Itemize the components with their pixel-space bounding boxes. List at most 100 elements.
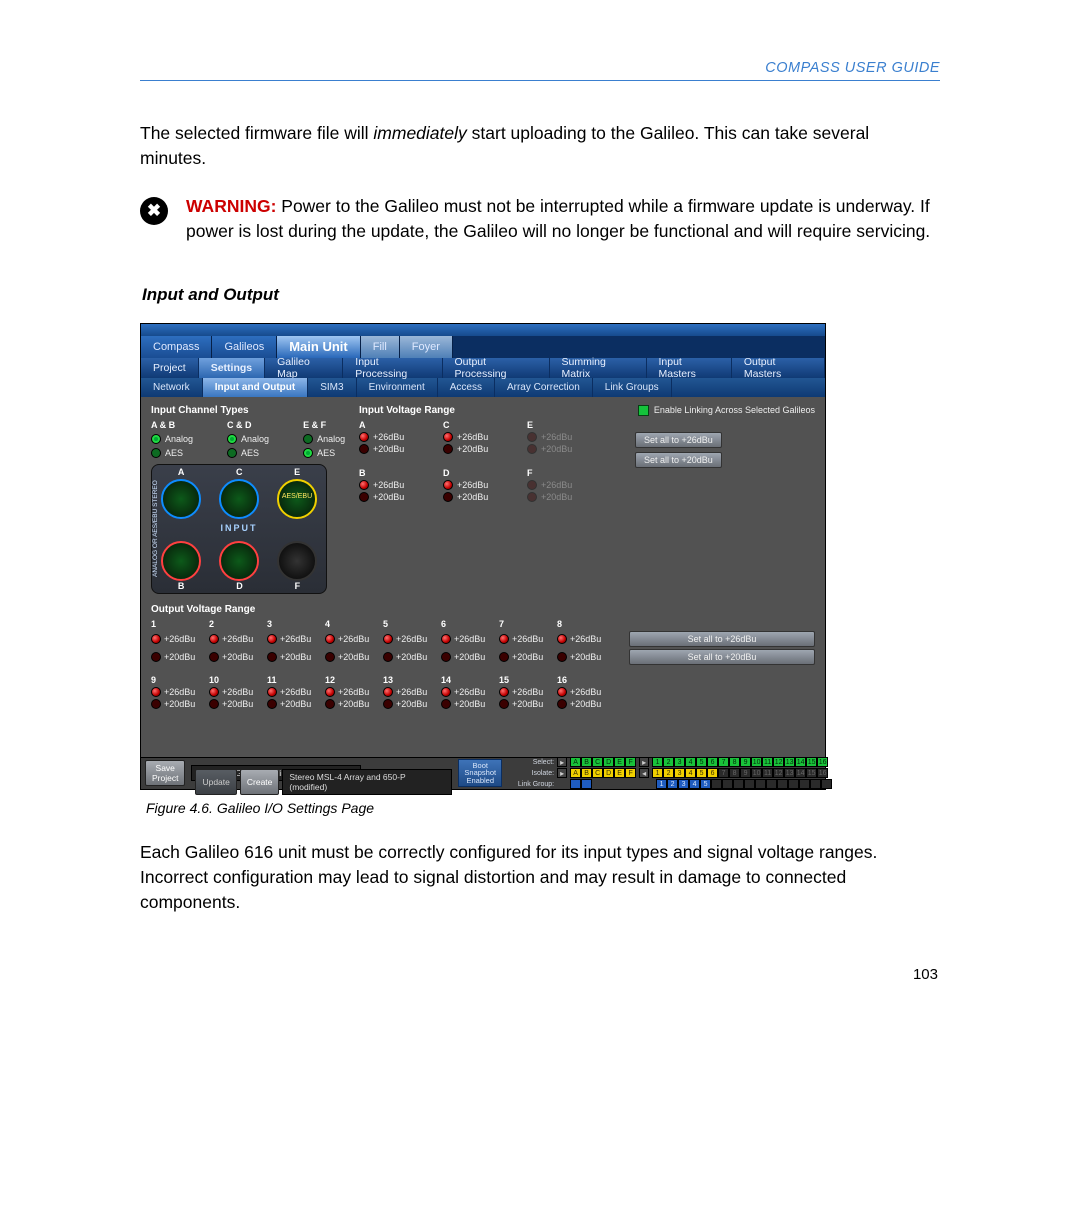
cluster-num-11[interactable]: 11 — [762, 768, 773, 778]
ivr-radio-b-+26dbu[interactable]: +26dBu — [359, 480, 443, 490]
cluster-num-6[interactable]: 6 — [707, 757, 718, 767]
arrow-icon[interactable]: ▸ — [639, 757, 649, 767]
ovr-radio-10-+20dbu[interactable]: +20dBu — [209, 699, 267, 709]
ovr-radio-9-+20dbu[interactable]: +20dBu — [151, 699, 209, 709]
linkgroup-blk[interactable] — [570, 779, 581, 789]
ovr-radio-15-+20dbu[interactable]: +20dBu — [499, 699, 557, 709]
cluster-letter-c[interactable]: C — [592, 768, 603, 778]
ivr-radio-d-+26dbu[interactable]: +26dBu — [443, 480, 527, 490]
snapshot-name-field[interactable]: Stereo MSL-4 Array and 650-P (modified) — [282, 769, 452, 795]
enable-linking-checkbox[interactable] — [638, 405, 649, 416]
ovr-radio-4-+26dbu[interactable]: +26dBu — [325, 631, 383, 647]
save-project-button[interactable]: Save Project — [145, 760, 185, 786]
cluster-num-3[interactable]: 3 — [674, 757, 685, 767]
cluster-num-13[interactable]: 13 — [784, 768, 795, 778]
cluster-num-4[interactable]: 4 — [685, 768, 696, 778]
cluster-letter-c[interactable]: C — [592, 757, 603, 767]
linkgroup-num-11[interactable] — [766, 779, 777, 789]
ovr-radio-2-+20dbu[interactable]: +20dBu — [209, 649, 267, 665]
ivr-radio-d-+20dbu[interactable]: +20dBu — [443, 492, 527, 502]
cluster-num-15[interactable]: 15 — [806, 757, 817, 767]
ivr-setall-26[interactable]: Set all to +26dBu — [635, 432, 722, 448]
cluster-num-15[interactable]: 15 — [806, 768, 817, 778]
cluster-num-12[interactable]: 12 — [773, 768, 784, 778]
subtab-project[interactable]: Project — [141, 358, 199, 378]
cluster-letter-f[interactable]: F — [625, 768, 636, 778]
subtab-output-masters[interactable]: Output Masters — [732, 358, 825, 378]
cluster-letter-f[interactable]: F — [625, 757, 636, 767]
cluster-num-5[interactable]: 5 — [696, 768, 707, 778]
tab-foyer[interactable]: Foyer — [400, 336, 453, 358]
ovr-radio-1-+26dbu[interactable]: +26dBu — [151, 631, 209, 647]
ovr-radio-6-+20dbu[interactable]: +20dBu — [441, 649, 499, 665]
ovr-radio-16-+20dbu[interactable]: +20dBu — [557, 699, 615, 709]
subtab-summing-matrix[interactable]: Summing Matrix — [550, 358, 647, 378]
ivr-radio-a-+26dbu[interactable]: +26dBu — [359, 432, 443, 442]
subtab2-array-correction[interactable]: Array Correction — [495, 378, 593, 397]
cluster-num-16[interactable]: 16 — [817, 768, 828, 778]
tab-compass[interactable]: Compass — [141, 336, 212, 358]
cluster-num-2[interactable]: 2 — [663, 757, 674, 767]
subtab2-access[interactable]: Access — [438, 378, 495, 397]
linkgroup-num-6[interactable] — [711, 779, 722, 789]
ovr-radio-14-+20dbu[interactable]: +20dBu — [441, 699, 499, 709]
cluster-letter-d[interactable]: D — [603, 768, 614, 778]
cluster-letter-b[interactable]: B — [581, 757, 592, 767]
arrow-icon[interactable]: ◂ — [639, 768, 649, 778]
linkgroup-num-3[interactable]: 3 — [678, 779, 689, 789]
subtab-input-processing[interactable]: Input Processing — [343, 358, 442, 378]
linkgroup-num-5[interactable]: 5 — [700, 779, 711, 789]
ovr-radio-3-+20dbu[interactable]: +20dBu — [267, 649, 325, 665]
cluster-letter-d[interactable]: D — [603, 757, 614, 767]
ict-radio-ab-analog[interactable]: Analog — [151, 434, 193, 444]
linkgroup-num-15[interactable] — [810, 779, 821, 789]
ivr-setall-20[interactable]: Set all to +20dBu — [635, 452, 722, 468]
ovr-radio-16-+26dbu[interactable]: +26dBu — [557, 687, 615, 697]
cluster-num-14[interactable]: 14 — [795, 768, 806, 778]
linkgroup-num-7[interactable] — [722, 779, 733, 789]
ovr-radio-1-+20dbu[interactable]: +20dBu — [151, 649, 209, 665]
ovr-radio-8-+26dbu[interactable]: +26dBu — [557, 631, 615, 647]
ovr-radio-3-+26dbu[interactable]: +26dBu — [267, 631, 325, 647]
ovr-radio-12-+26dbu[interactable]: +26dBu — [325, 687, 383, 697]
cluster-num-12[interactable]: 12 — [773, 757, 784, 767]
linkgroup-num-16[interactable] — [821, 779, 832, 789]
linkgroup-num-2[interactable]: 2 — [667, 779, 678, 789]
linkgroup-num-8[interactable] — [733, 779, 744, 789]
arrow-icon[interactable]: ▸ — [557, 757, 567, 767]
subtab2-network[interactable]: Network — [141, 378, 203, 397]
cluster-num-5[interactable]: 5 — [696, 757, 707, 767]
subtab-galileo-map[interactable]: Galileo Map — [265, 358, 343, 378]
linkgroup-num-1[interactable]: 1 — [656, 779, 667, 789]
ivr-radio-c-+26dbu[interactable]: +26dBu — [443, 432, 527, 442]
ivr-radio-c-+20dbu[interactable]: +20dBu — [443, 444, 527, 454]
cluster-num-7[interactable]: 7 — [718, 757, 729, 767]
subtab-output-processing[interactable]: Output Processing — [443, 358, 550, 378]
ovr-radio-4-+20dbu[interactable]: +20dBu — [325, 649, 383, 665]
linkgroup-num-9[interactable] — [744, 779, 755, 789]
arrow-icon[interactable]: ▸ — [557, 768, 567, 778]
ovr-radio-11-+20dbu[interactable]: +20dBu — [267, 699, 325, 709]
ovr-setall-26[interactable]: Set all to +26dBu — [629, 631, 815, 647]
cluster-letter-b[interactable]: B — [581, 768, 592, 778]
ovr-radio-14-+26dbu[interactable]: +26dBu — [441, 687, 499, 697]
ict-radio-ef-aes[interactable]: AES — [303, 448, 345, 458]
subtab2-environment[interactable]: Environment — [357, 378, 438, 397]
ovr-setall-20[interactable]: Set all to +20dBu — [629, 649, 815, 665]
ict-radio-ab-aes[interactable]: AES — [151, 448, 193, 458]
ovr-radio-12-+20dbu[interactable]: +20dBu — [325, 699, 383, 709]
ovr-radio-13-+26dbu[interactable]: +26dBu — [383, 687, 441, 697]
cluster-num-11[interactable]: 11 — [762, 757, 773, 767]
cluster-num-8[interactable]: 8 — [729, 757, 740, 767]
cluster-num-2[interactable]: 2 — [663, 768, 674, 778]
ovr-radio-8-+20dbu[interactable]: +20dBu — [557, 649, 615, 665]
linkgroup-num-13[interactable] — [788, 779, 799, 789]
cluster-num-16[interactable]: 16 — [817, 757, 828, 767]
ovr-radio-10-+26dbu[interactable]: +26dBu — [209, 687, 267, 697]
cluster-num-1[interactable]: 1 — [652, 768, 663, 778]
ovr-radio-7-+20dbu[interactable]: +20dBu — [499, 649, 557, 665]
create-button[interactable]: Create — [240, 769, 280, 795]
linkgroup-blk[interactable] — [581, 779, 592, 789]
ovr-radio-15-+26dbu[interactable]: +26dBu — [499, 687, 557, 697]
cluster-num-8[interactable]: 8 — [729, 768, 740, 778]
